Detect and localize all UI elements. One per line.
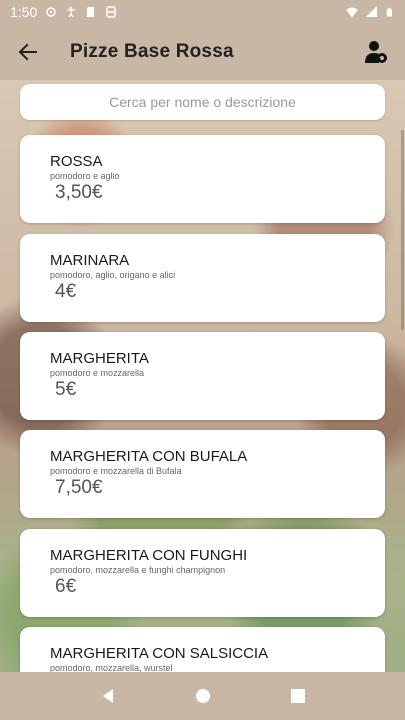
pizza-price: 4€ xyxy=(55,281,77,302)
triangle-back-icon xyxy=(102,689,113,703)
search-box[interactable] xyxy=(20,84,385,120)
pizza-card-rossa[interactable]: ROSSA pomodoro e aglio 3,50€ xyxy=(20,135,385,223)
user-settings-icon xyxy=(365,41,387,63)
status-bar: 1:50 xyxy=(0,0,405,24)
profile-button[interactable] xyxy=(361,37,391,67)
pizza-card-margherita-funghi[interactable]: MARGHERITA CON FUNGHI pomodoro, mozzarel… xyxy=(20,529,385,617)
menu-content[interactable]: ROSSA pomodoro e aglio 3,50€ MARINARA po… xyxy=(0,80,405,672)
status-time: 1:50 xyxy=(10,4,38,20)
pizza-description: pomodoro e mozzarella di Bufala xyxy=(50,466,182,476)
pizza-card-marinara[interactable]: MARINARA pomodoro, aglio, origano e alic… xyxy=(20,234,385,322)
status-notification-icons xyxy=(45,6,117,18)
signal-icon xyxy=(366,6,377,17)
accessibility-icon xyxy=(67,6,76,18)
nav-recents-button[interactable] xyxy=(278,676,318,716)
pizza-name: MARGHERITA CON SALSICCIA xyxy=(50,645,269,662)
pizza-name: MARINARA xyxy=(50,252,130,269)
square-recents-icon xyxy=(290,689,305,703)
scrollbar[interactable] xyxy=(401,130,404,330)
pizza-name: MARGHERITA CON BUFALA xyxy=(50,448,248,465)
nav-back-button[interactable] xyxy=(88,676,128,716)
status-system-icons xyxy=(346,6,395,18)
sd-card-icon xyxy=(87,7,95,17)
pizza-price: 3,50€ xyxy=(55,182,103,203)
wifi-icon xyxy=(346,7,358,17)
pizza-name: MARGHERITA xyxy=(50,350,149,367)
pizza-description: pomodoro, mozzarella, wurstel xyxy=(50,663,173,672)
pizza-name: MARGHERITA CON FUNGHI xyxy=(50,547,248,564)
pizza-price: 7,50€ xyxy=(55,477,103,498)
search-input[interactable] xyxy=(20,94,385,110)
app-notification-icon xyxy=(46,7,56,17)
pizza-description: pomodoro, mozzarella e funghi champignon xyxy=(50,565,226,575)
arrow-left-icon xyxy=(18,43,37,61)
pizza-description: pomodoro e mozzarella xyxy=(50,368,145,378)
pizza-card-margherita[interactable]: MARGHERITA pomodoro e mozzarella 5€ xyxy=(20,332,385,420)
pizza-card-margherita-salsiccia[interactable]: MARGHERITA CON SALSICCIA pomodoro, mozza… xyxy=(20,627,385,672)
pizza-name: ROSSA xyxy=(50,153,103,170)
circle-home-icon xyxy=(195,689,210,703)
back-button[interactable] xyxy=(14,38,42,66)
app-bar: Pizze Base Rossa xyxy=(0,24,405,80)
system-nav-bar xyxy=(0,672,405,720)
battery-icon xyxy=(386,7,392,17)
pizza-description: pomodoro, aglio, origano e alici xyxy=(50,270,176,280)
pizza-description: pomodoro e aglio xyxy=(50,171,120,181)
pizza-price: 6€ xyxy=(55,576,77,597)
storage-icon xyxy=(106,6,116,18)
nav-home-button[interactable] xyxy=(183,676,223,716)
pizza-card-margherita-bufala[interactable]: MARGHERITA CON BUFALA pomodoro e mozzare… xyxy=(20,430,385,518)
page-title: Pizze Base Rossa xyxy=(70,41,234,62)
pizza-price: 5€ xyxy=(55,379,77,400)
